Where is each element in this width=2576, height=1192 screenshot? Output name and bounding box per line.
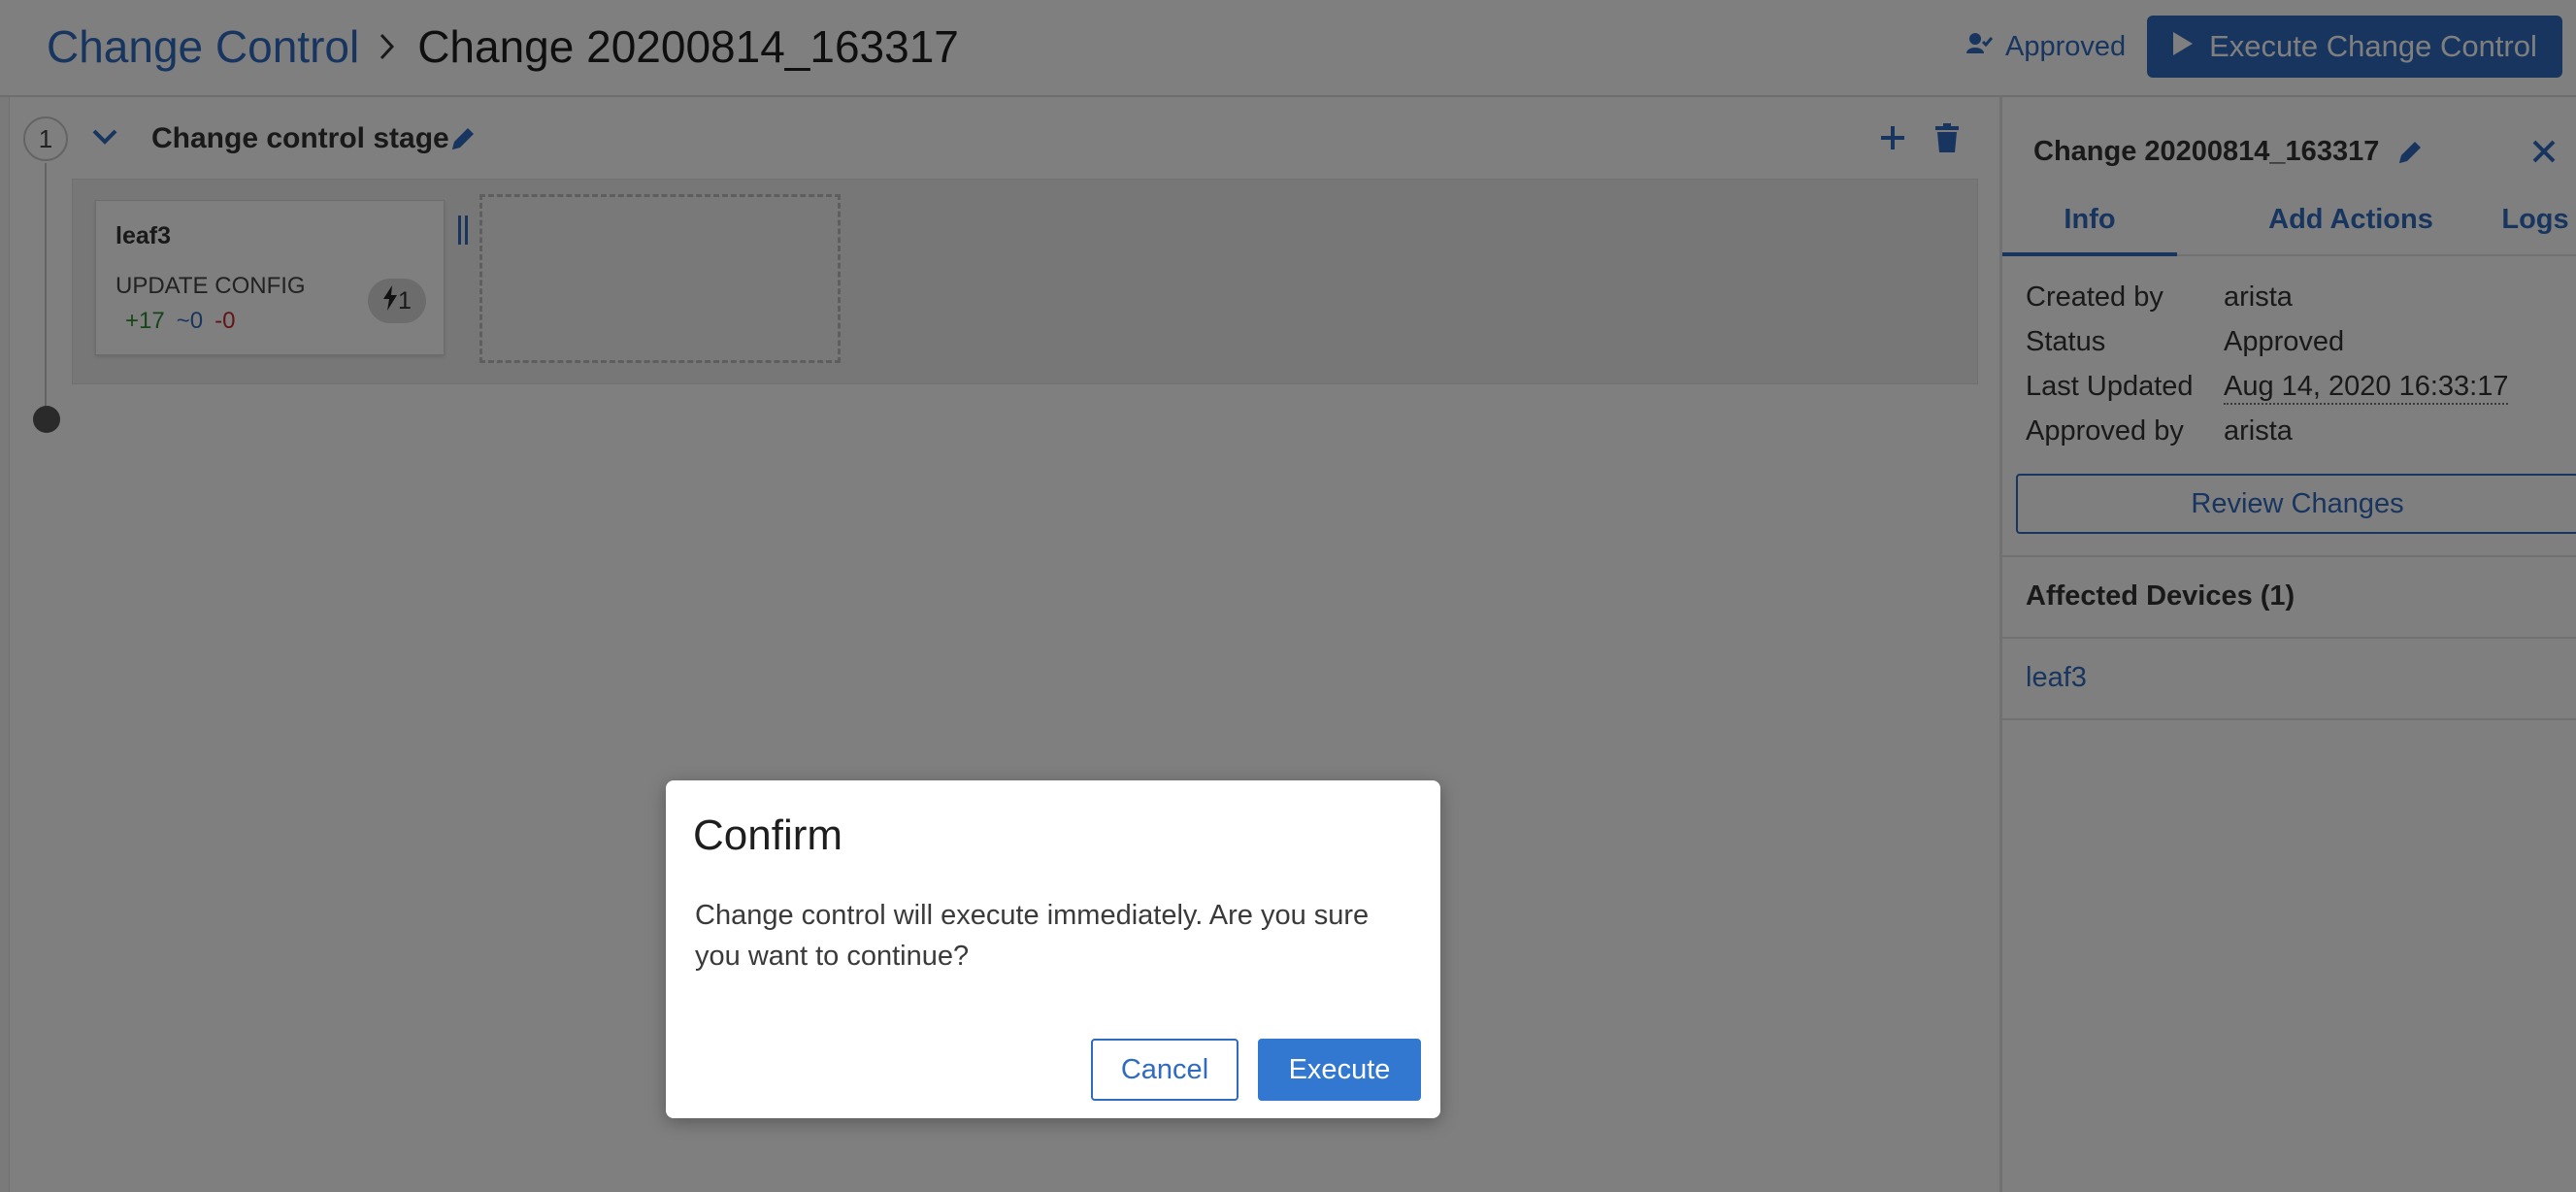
confirm-dialog-title: Confirm	[693, 811, 843, 859]
confirm-dialog: Confirm Change control will execute imme…	[666, 780, 1440, 1118]
cancel-button[interactable]: Cancel	[1091, 1039, 1238, 1101]
confirm-dialog-message: Change control will execute immediately.…	[695, 900, 1370, 972]
execute-button[interactable]: Execute	[1258, 1039, 1421, 1101]
